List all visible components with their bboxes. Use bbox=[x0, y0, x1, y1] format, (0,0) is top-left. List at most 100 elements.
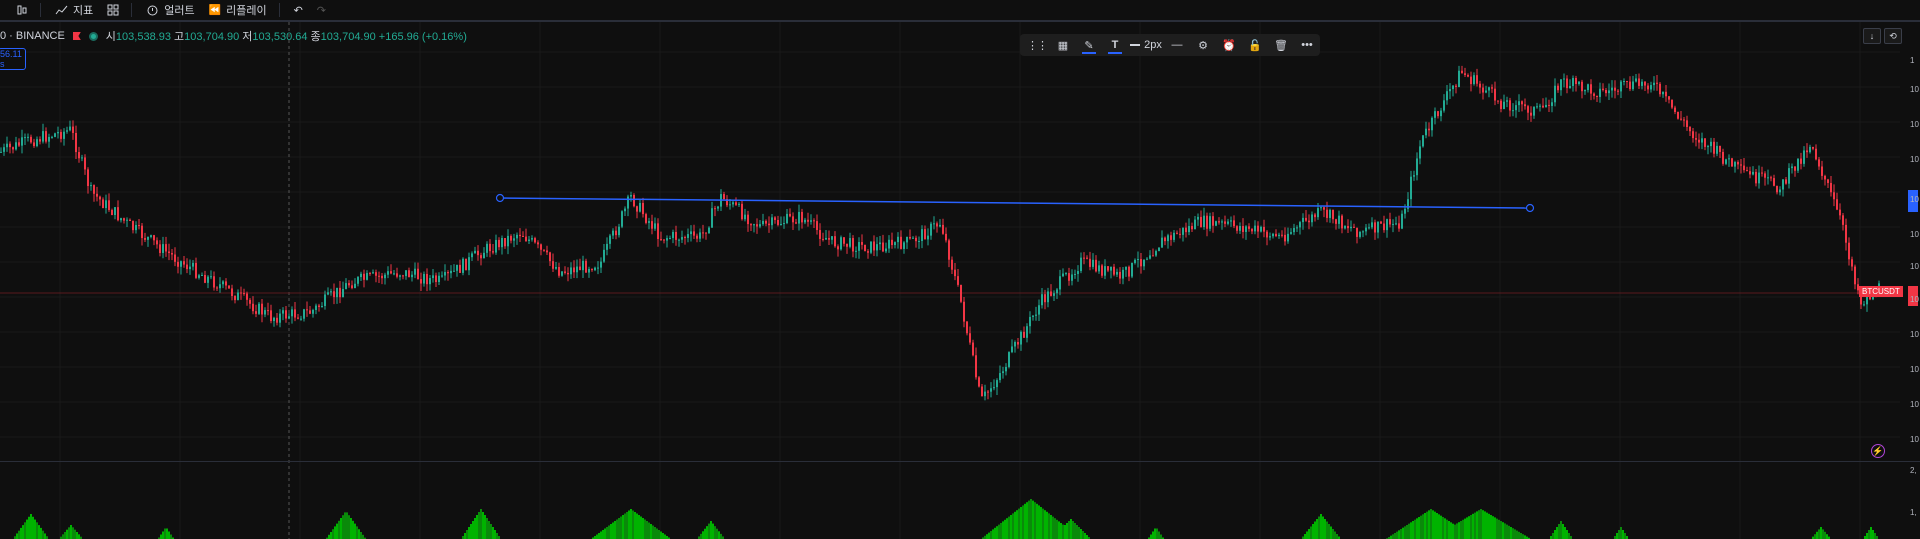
candle bbox=[1557, 85, 1559, 91]
volume-bar bbox=[718, 531, 720, 539]
redo-button[interactable]: ↷ bbox=[317, 4, 326, 17]
candle bbox=[447, 272, 449, 274]
add-alert-button[interactable]: ⏰ bbox=[1216, 34, 1242, 56]
layouts-button[interactable] bbox=[107, 4, 119, 16]
candle bbox=[1686, 120, 1688, 127]
volume-bar bbox=[334, 526, 336, 539]
candle bbox=[1056, 289, 1058, 294]
volume-bar bbox=[1332, 529, 1334, 539]
delete-button[interactable]: 🗑 bbox=[1268, 34, 1294, 56]
text-color-button[interactable]: T bbox=[1102, 34, 1128, 56]
candle bbox=[1794, 166, 1796, 171]
symbol-name[interactable]: 0 · BINANCE bbox=[0, 30, 65, 42]
candle bbox=[633, 194, 635, 207]
pane-divider[interactable] bbox=[0, 461, 1920, 462]
candle bbox=[1800, 158, 1802, 164]
undo-button[interactable]: ↶ bbox=[294, 4, 303, 17]
candle bbox=[1179, 233, 1181, 235]
line-color-button[interactable]: ✎ bbox=[1076, 34, 1102, 56]
candle bbox=[618, 226, 620, 236]
drag-handle-icon[interactable]: ⋮⋮ bbox=[1024, 34, 1050, 56]
chart-type-button[interactable] bbox=[16, 4, 28, 16]
volume-bar bbox=[480, 509, 482, 539]
candle bbox=[1404, 208, 1406, 214]
volume-bar bbox=[1034, 502, 1036, 539]
candle bbox=[960, 284, 962, 302]
candle bbox=[984, 391, 986, 397]
candle bbox=[462, 258, 464, 273]
volume-bar bbox=[1150, 534, 1152, 539]
candle bbox=[930, 223, 932, 236]
volume-bar bbox=[1068, 521, 1070, 539]
candle bbox=[240, 292, 242, 294]
candle bbox=[792, 216, 794, 223]
volume-bar bbox=[648, 522, 650, 539]
candle bbox=[1749, 171, 1751, 175]
volume-bar bbox=[606, 527, 608, 539]
volume-bar bbox=[1484, 511, 1486, 539]
candle bbox=[501, 237, 503, 248]
line-width-button[interactable]: 2px bbox=[1128, 34, 1164, 56]
candle bbox=[603, 249, 605, 262]
lock-button[interactable]: 🔓 bbox=[1242, 34, 1268, 56]
candle bbox=[597, 267, 599, 269]
candle bbox=[243, 293, 245, 295]
volume-bar bbox=[1032, 500, 1034, 539]
volume-bar bbox=[1516, 530, 1518, 539]
candle bbox=[420, 279, 422, 284]
candle bbox=[969, 333, 971, 343]
volume-bar bbox=[74, 529, 76, 539]
candle bbox=[1572, 78, 1574, 86]
volume-bar bbox=[1012, 513, 1014, 539]
alert-button[interactable]: 얼러트 bbox=[146, 2, 195, 18]
candle bbox=[546, 250, 548, 253]
candle bbox=[1710, 141, 1712, 147]
reset-button[interactable]: ⟲ bbox=[1884, 28, 1902, 44]
candle bbox=[639, 202, 641, 212]
price-chip[interactable]: 56.11 s bbox=[0, 48, 26, 70]
flag-icon[interactable] bbox=[72, 32, 81, 40]
volume-bar bbox=[1330, 526, 1332, 539]
volume-bar bbox=[1486, 512, 1488, 539]
candle bbox=[855, 250, 857, 252]
candle bbox=[1758, 172, 1760, 184]
candle bbox=[708, 227, 710, 234]
volume-bar bbox=[610, 524, 612, 539]
volume-bar bbox=[1008, 516, 1010, 539]
indicators-button[interactable]: 지표 bbox=[55, 2, 93, 18]
candle bbox=[207, 276, 209, 283]
candle bbox=[1434, 111, 1436, 118]
candle bbox=[993, 387, 995, 389]
candle bbox=[312, 309, 314, 314]
template-button[interactable]: ▦ bbox=[1050, 34, 1076, 56]
candle bbox=[1473, 75, 1475, 85]
replay-button[interactable]: ⏪ 리플레이 bbox=[209, 2, 267, 18]
candle bbox=[1629, 81, 1631, 90]
alarm-clock-icon bbox=[147, 5, 158, 16]
volume-bar bbox=[1086, 535, 1088, 539]
candle bbox=[1845, 224, 1847, 243]
candle bbox=[1446, 91, 1448, 101]
candle bbox=[195, 262, 197, 278]
lightning-icon[interactable]: ⚡ bbox=[1871, 444, 1885, 458]
candle bbox=[627, 196, 629, 209]
candle bbox=[1578, 81, 1580, 84]
candle bbox=[1215, 221, 1217, 226]
volume-bar bbox=[160, 534, 162, 539]
volume-bar bbox=[1460, 521, 1462, 539]
candle bbox=[1707, 146, 1709, 148]
line-style-button[interactable]: — bbox=[1164, 34, 1190, 56]
candle bbox=[561, 271, 563, 276]
scroll-down-button[interactable]: ↓ bbox=[1863, 28, 1881, 44]
candle bbox=[1752, 171, 1754, 175]
more-button[interactable]: ••• bbox=[1294, 34, 1320, 56]
candle bbox=[1110, 266, 1112, 271]
candle bbox=[1314, 214, 1316, 218]
candle bbox=[786, 213, 788, 224]
settings-button[interactable]: ⚙ bbox=[1190, 34, 1216, 56]
candle bbox=[1425, 128, 1427, 136]
candle bbox=[297, 317, 299, 319]
candle bbox=[1071, 274, 1073, 281]
candle bbox=[192, 262, 194, 267]
top-toolbar: 지표 얼러트 ⏪ 리플레이 ↶ ↷ bbox=[0, 0, 1920, 20]
